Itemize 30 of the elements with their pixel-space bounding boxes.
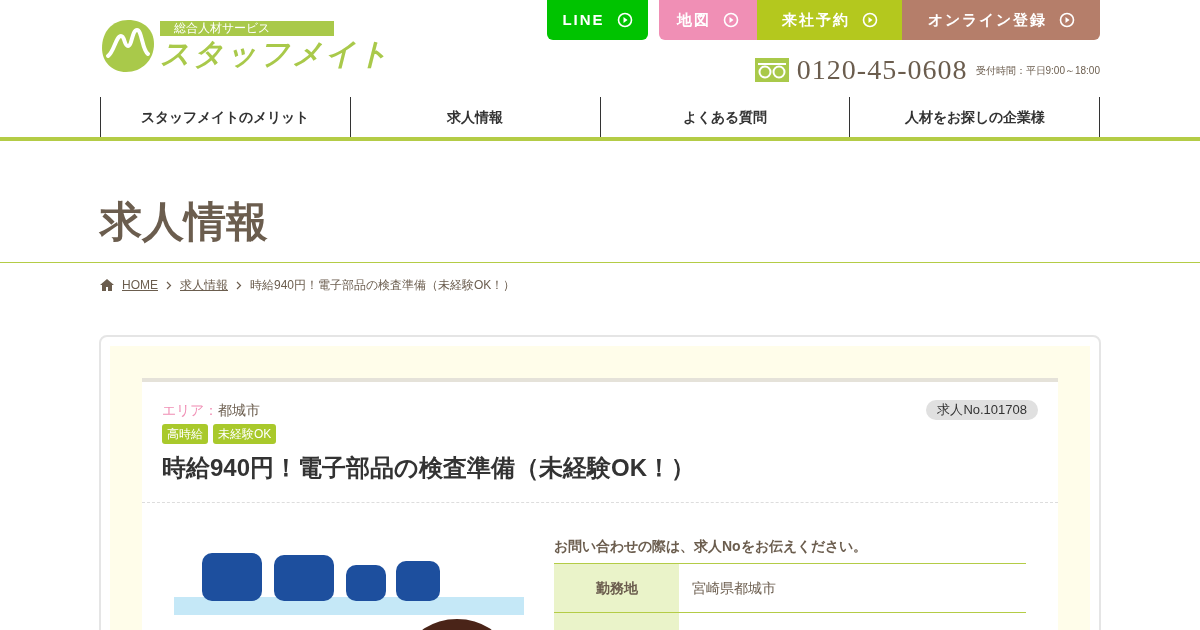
business-hours: 受付時間：平日9:00～18:00	[975, 63, 1100, 78]
free-dial-icon	[754, 58, 789, 82]
chevron-icon	[166, 280, 172, 290]
play-icon	[1058, 12, 1075, 28]
job-number-badge: 求人No.101708	[926, 400, 1038, 420]
area-label: エリア：	[162, 401, 218, 420]
job-title: 時給940円！電子部品の検査準備（未経験OK！）	[162, 453, 697, 483]
page-title: 求人情報	[100, 197, 269, 247]
phone-number: 0120-45-0608	[796, 53, 968, 87]
breadcrumb-link[interactable]: HOME	[122, 276, 158, 294]
nav-link[interactable]: よくある質問	[599, 97, 850, 137]
play-icon	[616, 12, 633, 28]
nav-link[interactable]: スタッフメイトのメリット	[100, 97, 350, 137]
detail-label: 勤務地	[554, 564, 679, 612]
tag: 未経験OK	[213, 424, 277, 444]
logo-tagline: 総合人材サービス	[160, 20, 334, 36]
play-icon	[861, 12, 878, 28]
logo-mark-icon	[100, 18, 156, 74]
breadcrumb-current: 時給940円！電子部品の検査準備（未経験OK！）	[250, 277, 516, 294]
play-icon	[723, 12, 739, 28]
area-value: 都城市	[218, 401, 260, 420]
nav-link[interactable]: 人材をお探しの企業様	[849, 97, 1099, 137]
inquiry-note: お問い合わせの際は、求人Noをお伝えください。	[554, 537, 868, 556]
nav-link[interactable]: 求人情報	[349, 97, 600, 137]
home-icon	[100, 279, 114, 291]
breadcrumb-link[interactable]: 求人情報	[180, 276, 228, 294]
chevron-icon	[236, 280, 242, 290]
tag: 高時給	[162, 424, 208, 444]
detail-value: 宮崎県都城市	[691, 578, 777, 598]
logo-name: スタッフメイト	[160, 35, 391, 72]
